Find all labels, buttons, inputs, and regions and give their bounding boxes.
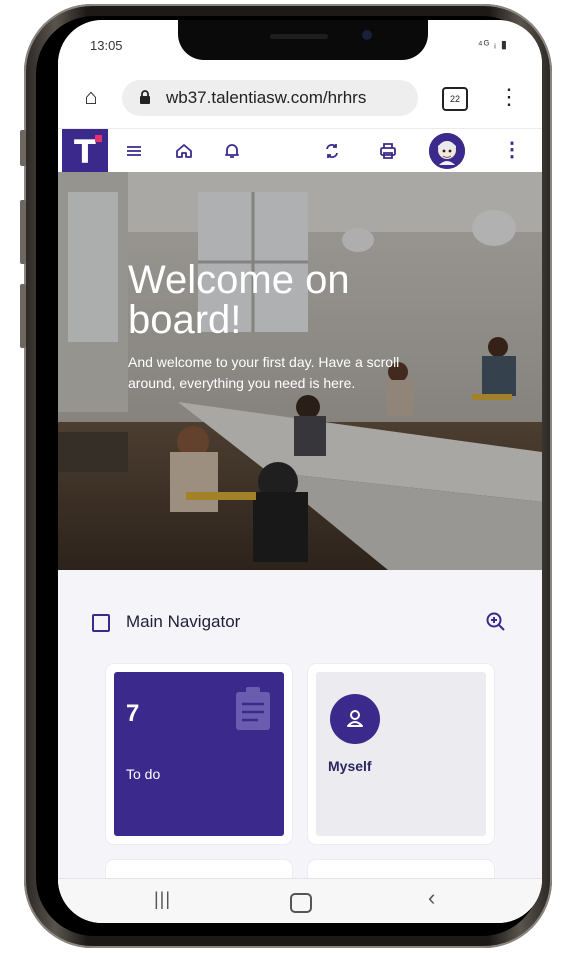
navigator-checkbox-icon[interactable] (92, 614, 110, 632)
hamburger-menu-icon[interactable] (122, 139, 146, 163)
android-nav-bar: ||| ‹ (58, 878, 542, 923)
brand-logo[interactable]: T (62, 129, 108, 173)
mute-switch (20, 130, 26, 166)
navigator-header: Main Navigator (92, 610, 512, 638)
hero-subtitle: And welcome to your first day. Have a sc… (128, 354, 400, 391)
card-frame-todo: 7 To do (106, 664, 292, 844)
volume-up-button (20, 200, 26, 264)
address-bar[interactable]: wb37.talentiasw.com/hrhrs (122, 80, 418, 116)
home-icon[interactable] (172, 139, 196, 163)
home-button[interactable] (290, 893, 312, 913)
status-time: 13:05 (90, 38, 123, 53)
todo-count: 7 (126, 700, 140, 727)
browser-menu-icon[interactable]: ⋮ (498, 84, 520, 110)
browser-home-icon[interactable]: ⌂ (78, 84, 104, 110)
phone-screen: 13:05 ⁴ᴳ ᵢ ▮ ⌂ wb37.talentiasw.com/hrhrs… (58, 20, 542, 923)
app-header: T ⋮ (58, 128, 542, 173)
myself-label: Myself (328, 758, 372, 774)
navigator-title: Main Navigator (126, 612, 241, 631)
myself-card[interactable]: Myself (316, 672, 486, 836)
recent-apps-button[interactable]: ||| (154, 889, 171, 910)
hero-text: Welcome on board! And welcome to your fi… (128, 260, 448, 394)
speaker (270, 34, 328, 39)
front-camera (362, 30, 372, 40)
back-button[interactable]: ‹ (428, 885, 435, 911)
volume-down-button (20, 284, 26, 348)
url-text: wb37.talentiasw.com/hrhrs (166, 88, 367, 107)
lock-icon (140, 90, 150, 104)
app-overflow-menu-icon[interactable]: ⋮ (502, 137, 522, 162)
avatar-illustration (429, 133, 465, 169)
clipboard-icon (236, 687, 270, 730)
todo-label: To do (126, 766, 161, 782)
tab-switcher-button[interactable]: 22 (442, 87, 468, 111)
status-icons: ⁴ᴳ ᵢ ▮ (477, 39, 508, 51)
card-frame-myself: Myself (308, 664, 494, 844)
brand-accent (95, 135, 102, 142)
refresh-icon[interactable] (320, 139, 344, 163)
notch (178, 20, 428, 60)
user-circle-icon (330, 694, 380, 744)
user-avatar[interactable] (429, 133, 465, 169)
user-icon (347, 710, 363, 727)
todo-card[interactable]: 7 To do (114, 672, 284, 836)
hero-banner: Welcome on board! And welcome to your fi… (58, 172, 542, 570)
main-navigator-section: Main Navigator 7 To do Myself (58, 570, 542, 923)
browser-toolbar: ⌂ wb37.talentiasw.com/hrhrs 22 ⋮ (58, 70, 542, 128)
print-icon[interactable] (376, 139, 400, 163)
hero-title: Welcome on board! (128, 258, 350, 342)
zoom-in-icon[interactable] (484, 610, 508, 634)
brand-letter: T (74, 133, 96, 171)
bell-icon[interactable] (220, 139, 244, 163)
